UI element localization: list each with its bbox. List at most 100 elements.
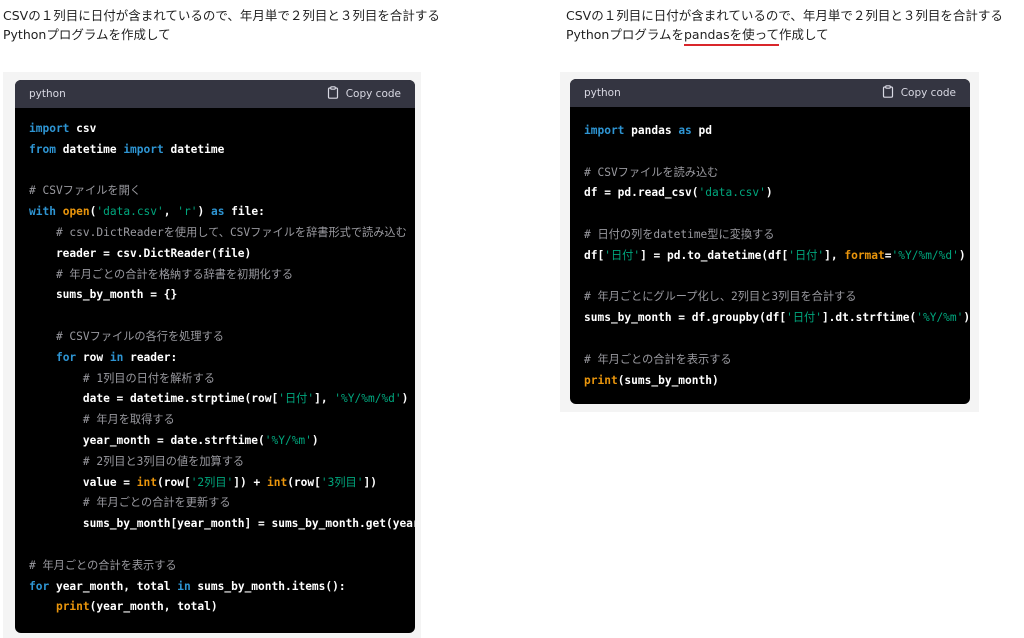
code-line: # CSVファイルを開く xyxy=(29,181,401,202)
code-string: '%Y/%m/%d' xyxy=(334,392,402,406)
code-line: # 年月ごとの合計を表示する xyxy=(29,556,401,577)
code-keyword: from xyxy=(29,142,56,156)
code-text: ) xyxy=(311,433,319,447)
copy-code-button[interactable]: Copy code xyxy=(327,86,401,102)
code-comment: # 日付の列をdatetime型に変換する xyxy=(584,227,775,241)
code-text: ], xyxy=(314,392,335,406)
code-header: python Copy code xyxy=(15,80,415,108)
code-text: sums_by_month = df.groupby(df[ xyxy=(584,311,787,325)
copy-code-label: Copy code xyxy=(345,88,401,100)
code-text: pd xyxy=(691,124,713,137)
code-line: # CSVファイルの各行を処理する xyxy=(29,327,401,348)
code-text: year_month, total xyxy=(49,579,178,593)
code-text: ]) xyxy=(363,475,377,489)
code-body: import csv from datetime import datetime #… xyxy=(15,108,415,618)
code-text: (sums_by_month) xyxy=(617,373,719,387)
code-text: )) xyxy=(963,311,970,325)
prompt-line: Pythonプログラムをpandasを使って作成して xyxy=(566,25,1003,44)
code-line: # 年月ごとにグループ化し、2列目と3列目を合計する xyxy=(584,287,956,308)
code-line: from datetime import datetime xyxy=(29,140,401,161)
code-text: row xyxy=(76,350,110,364)
highlighted-phrase: pandasを使って xyxy=(683,27,779,42)
code-line: # CSVファイルを読み込む xyxy=(584,163,956,184)
code-line: reader = csv.DictReader(file) xyxy=(29,244,401,265)
code-keyword: as xyxy=(678,124,692,137)
code-text: reader: xyxy=(123,350,178,364)
code-line: date = datetime.strptime(row['日付'], '%Y/… xyxy=(29,389,409,410)
code-text: value = xyxy=(29,475,137,489)
code-keyword: for xyxy=(29,579,50,593)
code-text: df[ xyxy=(584,248,605,262)
prompt-line: CSVの１列目に日付が含まれているので、年月単で２列目と３列目を合計する xyxy=(3,6,440,25)
code-language-label: python xyxy=(29,88,66,100)
code-comment: # 2列目と3列目の値を加算する xyxy=(82,454,245,468)
code-text: sums_by_month.items(): xyxy=(190,579,346,593)
code-text: ) xyxy=(197,205,211,219)
code-string: '日付' xyxy=(786,311,822,325)
left-code-block: python Copy code import csv from datetime… xyxy=(15,80,415,633)
code-keyword: import xyxy=(123,142,164,156)
code-builtin: print xyxy=(584,373,618,387)
code-line: import csv xyxy=(29,119,401,140)
code-string: '2列目' xyxy=(190,475,234,489)
code-line: for year_month, total in sums_by_month.i… xyxy=(29,577,401,598)
code-string: 'r' xyxy=(177,205,198,219)
code-keyword: as xyxy=(210,205,225,219)
prompt-line: Pythonプログラムを作成して xyxy=(3,25,440,44)
code-text: ] = pd.to_datetime(df[ xyxy=(640,248,789,262)
code-line: print(year_month, total) xyxy=(29,597,401,618)
left-panel: CSVの１列目に日付が含まれているので、年月単で２列目と３列目を合計する Pyth… xyxy=(0,0,450,638)
code-builtin: print xyxy=(55,600,90,614)
code-keyword: import xyxy=(584,124,625,137)
code-line: # 1列目の日付を解析する xyxy=(29,369,401,390)
code-text: reader = csv.DictReader(file) xyxy=(29,246,252,260)
code-line: # 年月ごとの合計を更新する xyxy=(29,493,401,514)
prompt-text: CSVの１列目に日付が含まれているので、年月単で２列目と３列目を合計する xyxy=(566,8,1003,23)
prompt-text: Pythonプログラムを作成して xyxy=(3,27,171,42)
code-text: ) xyxy=(958,248,966,262)
code-comment: # CSVファイルを開く xyxy=(29,184,141,198)
code-comment: # 年月ごとの合計を更新する xyxy=(82,496,231,510)
code-language-label: python xyxy=(584,87,621,99)
code-line: # csv.DictReaderを使用して、CSVファイルを辞書形式で読み込む xyxy=(29,223,407,244)
prompt-text: Pythonプログラムを xyxy=(566,27,684,42)
code-text: date = datetime.strptime(row[ xyxy=(29,392,279,406)
clipboard-icon xyxy=(327,86,339,102)
code-string: '日付' xyxy=(604,248,641,262)
code-line: # 日付の列をdatetime型に変換する xyxy=(584,225,956,246)
code-text: , xyxy=(163,205,178,219)
code-comment: # 年月ごとにグループ化し、2列目と3列目を合計する xyxy=(584,290,857,304)
code-keyword: in xyxy=(109,350,124,364)
code-line: df['日付'] = pd.to_datetime(df['日付'], form… xyxy=(584,246,966,267)
code-comment: # CSVファイルを読み込む xyxy=(584,165,719,179)
left-prompt: CSVの１列目に日付が含まれているので、年月単で２列目と３列目を合計する Pyth… xyxy=(3,6,440,44)
code-comment: # 年月を取得する xyxy=(82,413,175,427)
code-line: sums_by_month = {} xyxy=(29,285,401,306)
code-text: csv xyxy=(69,122,97,135)
code-builtin: format xyxy=(844,248,885,262)
code-string: 'data.csv' xyxy=(698,186,766,200)
code-text: df = pd.read_csv( xyxy=(584,186,699,200)
copy-code-button[interactable]: Copy code xyxy=(882,85,956,101)
code-line: # 2列目と3列目の値を加算する xyxy=(29,452,401,473)
code-keyword: for xyxy=(55,350,77,364)
code-string: '日付' xyxy=(278,392,315,406)
code-comment: # 年月ごとの合計を表示する xyxy=(29,558,177,572)
code-text: ]) + xyxy=(233,475,267,489)
code-body: import pandas as pd # CSVファイルを読み込む df = pd… xyxy=(570,107,970,391)
code-text: ) xyxy=(765,186,773,200)
code-line: value = int(row['2列目']) + int(row['3列目']… xyxy=(29,473,401,494)
code-comment: # csv.DictReaderを使用して、CSVファイルを辞書形式で読み込む xyxy=(55,225,407,239)
